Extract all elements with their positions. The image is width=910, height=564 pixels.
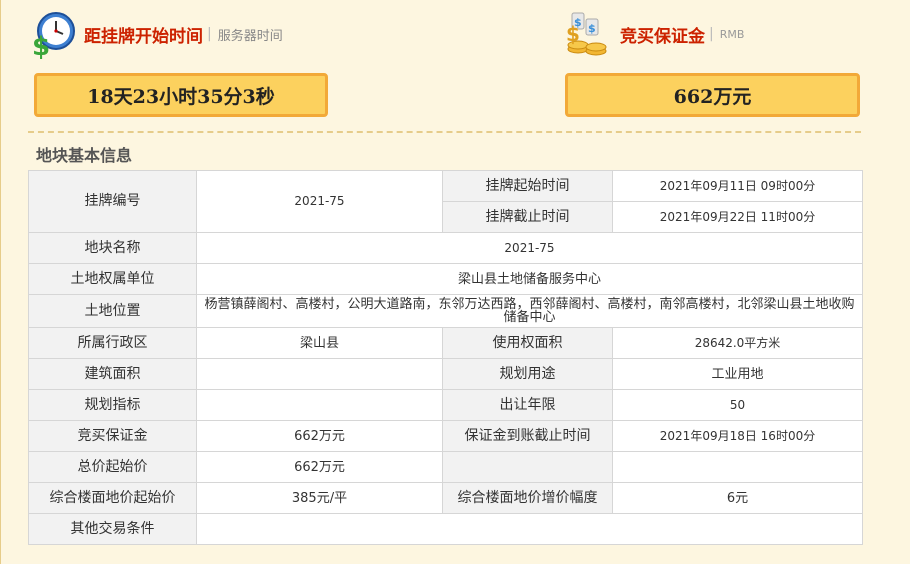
currency-note: RMB <box>719 27 745 41</box>
floor-price-label: 综合楼面地价起始价 <box>28 482 197 514</box>
section-divider <box>28 131 861 133</box>
parcel-name-label: 地块名称 <box>28 232 197 264</box>
server-time-note: 服务器时间 <box>217 28 283 44</box>
area-value: 28642.0平方米 <box>612 327 863 359</box>
location-value: 杨营镇薛阁村、高楼村，公明大道路南，东邻万达西路，西邻薛阁村、高楼村，南邻高楼村… <box>196 294 863 328</box>
plan-index-value <box>196 389 443 421</box>
other-conditions-value <box>196 513 863 545</box>
countdown-header: $ 距挂牌开始时间 | 服务器时间 <box>28 8 283 62</box>
deposit-title: 竞买保证金 <box>620 26 705 47</box>
deposit-label: 竞买保证金 <box>28 420 197 452</box>
parcel-name-value: 2021-75 <box>196 232 863 264</box>
clock-money-icon: $ <box>28 9 78 62</box>
deposit-header: $ $ $ 竞买保证金 | RMB <box>564 8 744 60</box>
svg-text:$: $ <box>566 22 580 46</box>
section-title: 地块基本信息 <box>36 146 133 165</box>
usage-label: 规划用途 <box>442 358 613 390</box>
parcel-info-table: 挂牌编号 2021-75 挂牌起始时间 2021年09月11日 09时00分 挂… <box>28 170 863 545</box>
svg-text:$: $ <box>588 22 596 35</box>
increment-label: 综合楼面地价增价幅度 <box>442 482 613 514</box>
area-label: 使用权面积 <box>442 327 613 359</box>
term-label: 出让年限 <box>442 389 613 421</box>
plan-index-label: 规划指标 <box>28 389 197 421</box>
owner-value: 梁山县土地储备服务中心 <box>196 263 863 295</box>
deposit-value: 662万元 <box>565 73 860 117</box>
start-price-value: 662万元 <box>196 451 443 483</box>
building-area-value <box>196 358 443 390</box>
start-price-label: 总价起始价 <box>28 451 197 483</box>
start-time-label: 挂牌起始时间 <box>442 170 613 202</box>
floor-price-value: 385元/平 <box>196 482 443 514</box>
deposit-deadline-value: 2021年09月18日 16时00分 <box>612 420 863 452</box>
countdown-value: 18天23小时35分3秒 <box>34 73 328 117</box>
page-left-border <box>0 0 1 564</box>
location-label: 土地位置 <box>28 294 197 328</box>
svg-text:$: $ <box>32 32 50 59</box>
title-divider: | <box>709 26 714 42</box>
deposit-table-value: 662万元 <box>196 420 443 452</box>
coins-money-icon: $ $ $ <box>564 9 614 59</box>
other-conditions-label: 其他交易条件 <box>28 513 197 545</box>
district-label: 所属行政区 <box>28 327 197 359</box>
term-value: 50 <box>612 389 863 421</box>
listing-no-value: 2021-75 <box>196 170 443 233</box>
deposit-deadline-label: 保证金到账截止时间 <box>442 420 613 452</box>
title-divider: | <box>207 26 212 42</box>
end-time-value: 2021年09月22日 11时00分 <box>612 201 863 233</box>
usage-value: 工业用地 <box>612 358 863 390</box>
listing-no-label: 挂牌编号 <box>28 170 197 233</box>
owner-label: 土地权属单位 <box>28 263 197 295</box>
building-area-label: 建筑面积 <box>28 358 197 390</box>
empty-cell <box>442 451 613 483</box>
district-value: 梁山县 <box>196 327 443 359</box>
countdown-title: 距挂牌开始时间 <box>84 26 203 47</box>
empty-cell <box>612 451 863 483</box>
increment-value: 6元 <box>612 482 863 514</box>
end-time-label: 挂牌截止时间 <box>442 201 613 233</box>
start-time-value: 2021年09月11日 09时00分 <box>612 170 863 202</box>
